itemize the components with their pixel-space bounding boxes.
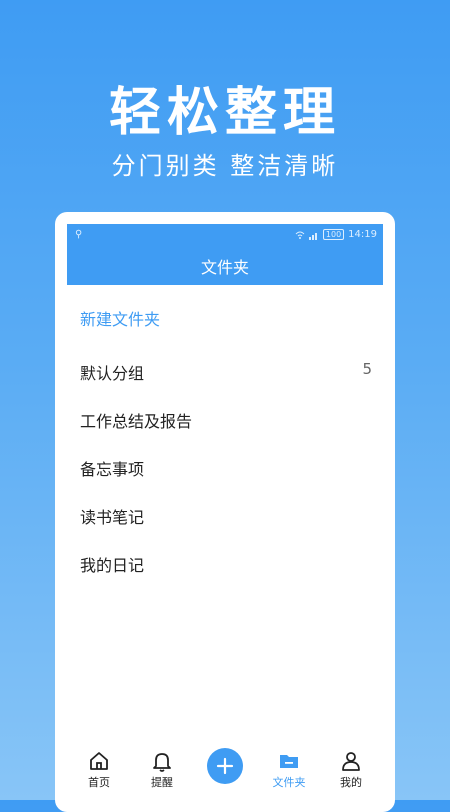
phone-screen: ⚲ 100 14:19 文件夹 新建文件夹 默认分组 5 工作总结及报告 备忘事… — [55, 212, 395, 812]
folder-row-memo[interactable]: 备忘事项 — [80, 456, 372, 504]
promo-subline: 分门别类 整洁清晰 — [111, 152, 339, 180]
wifi-icon — [295, 231, 305, 239]
tab-label: 提醒 — [151, 776, 173, 789]
folder-row-reading-notes[interactable]: 读书笔记 — [80, 504, 372, 552]
tab-label: 文件夹 — [272, 776, 306, 789]
folder-row-diary[interactable]: 我的日记 — [80, 552, 372, 600]
folder-count: 5 — [362, 360, 372, 378]
tab-label: 首页 — [88, 776, 110, 789]
folder-name: 工作总结及报告 — [80, 412, 193, 431]
folder-name: 备忘事项 — [80, 460, 145, 479]
add-note-button[interactable] — [207, 748, 243, 784]
battery-icon: 100 — [322, 229, 345, 240]
signal-icon — [308, 232, 317, 240]
tab-folders[interactable]: 文件夹 — [259, 750, 319, 790]
page-title: 文件夹 — [200, 258, 249, 277]
folder-name: 默认分组 — [80, 364, 145, 383]
tab-reminder[interactable]: 提醒 — [132, 750, 192, 790]
folder-row-default[interactable]: 默认分组 5 — [80, 360, 372, 408]
promo-headline: 轻松整理 — [108, 83, 341, 143]
folder-row-work-report[interactable]: 工作总结及报告 — [80, 408, 372, 456]
status-bar: ⚲ 100 14:19 — [67, 228, 383, 244]
bottom-tab-bar: 首页 提醒 文件夹 我的 — [55, 740, 395, 800]
home-icon — [90, 752, 108, 770]
plus-icon — [216, 757, 234, 775]
new-folder-button[interactable]: 新建文件夹 — [80, 306, 160, 330]
status-indicators: 100 14:19 — [295, 229, 377, 240]
tab-profile[interactable]: 我的 — [321, 750, 381, 790]
folder-list: 默认分组 5 工作总结及报告 备忘事项 读书笔记 我的日记 — [80, 360, 372, 600]
folder-icon — [280, 755, 298, 768]
folder-name: 读书笔记 — [80, 508, 145, 527]
user-icon — [342, 752, 360, 771]
bell-icon — [153, 753, 171, 772]
app-header: ⚲ 100 14:19 文件夹 — [67, 224, 383, 285]
usb-icon: ⚲ — [75, 229, 83, 240]
tab-label: 我的 — [340, 776, 362, 789]
folder-name: 我的日记 — [80, 556, 145, 575]
tab-home[interactable]: 首页 — [69, 750, 129, 790]
status-time: 14:19 — [348, 229, 377, 240]
